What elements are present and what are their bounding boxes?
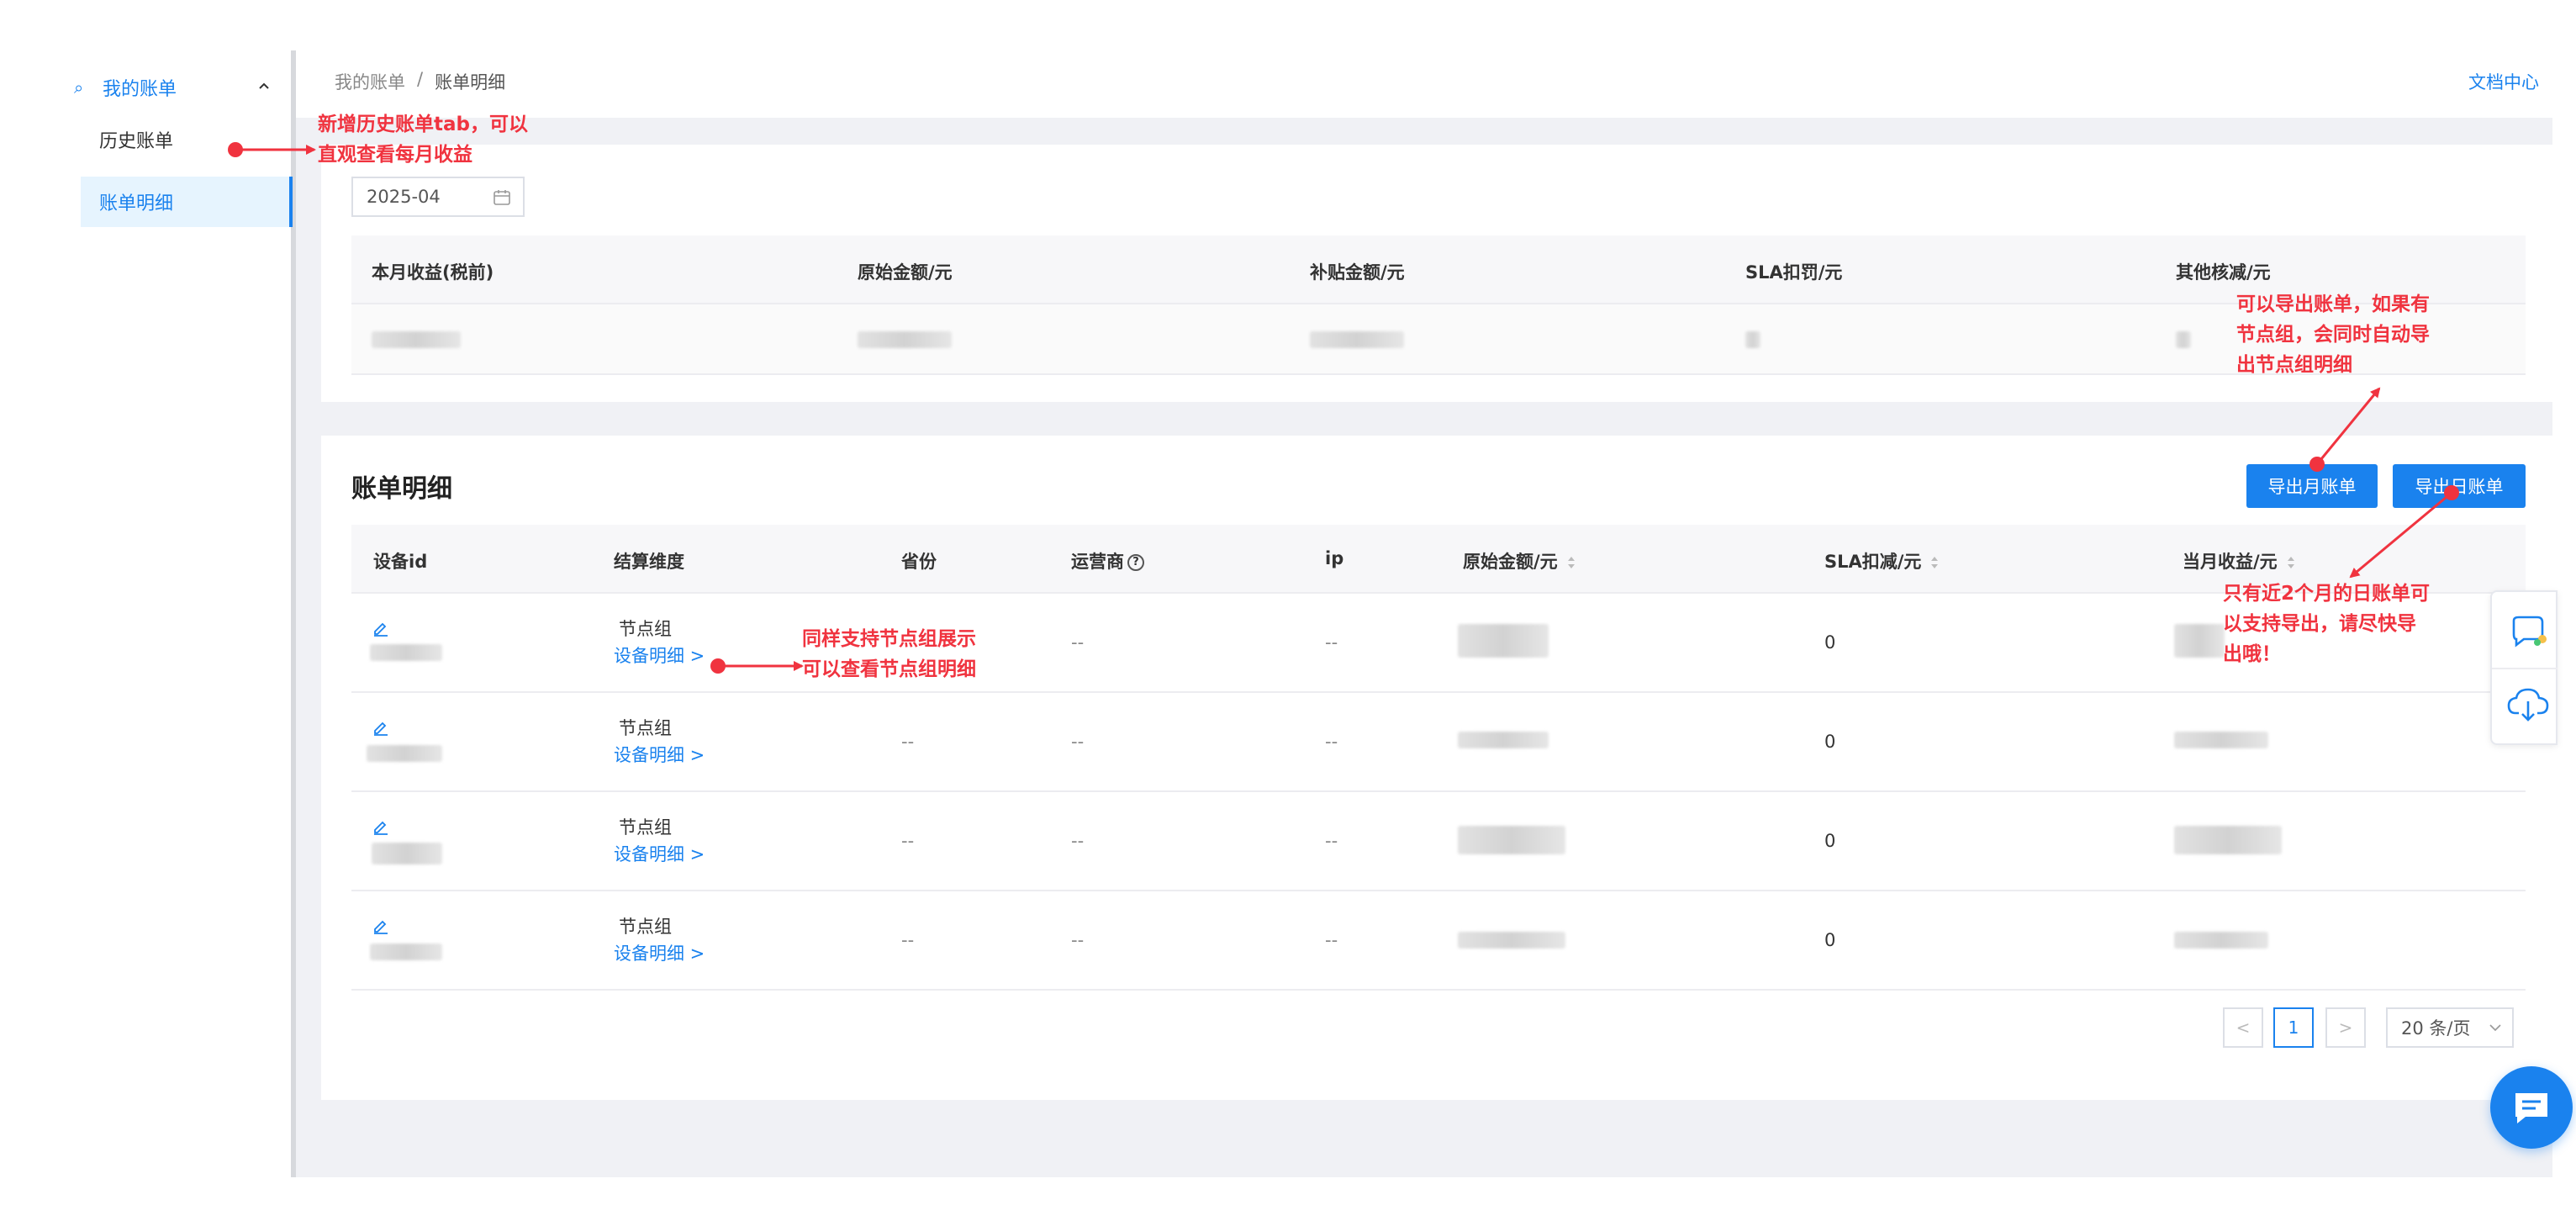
annotation-line: 出哦！: [2223, 643, 2281, 665]
arrow-history-tab: [228, 142, 316, 157]
annotation-line: 可以导出账单，如果有: [2236, 293, 2430, 315]
annotation-line: 以支持导出，请尽快导: [2223, 613, 2416, 635]
annotation-line: 同样支持节点组展示: [802, 628, 976, 650]
annotation-line: 节点组，会同时自动导: [2236, 324, 2430, 346]
annotation-history-tab: 新增历史账单tab，可以 直观查看每月收益: [318, 109, 528, 170]
arrow-node-group: [710, 658, 804, 674]
annotation-node-group: 同样支持节点组展示 可以查看节点组明细: [802, 624, 976, 684]
arrow-export-monthly: [2309, 387, 2381, 472]
annotation-line: 直观查看每月收益: [318, 144, 472, 166]
annotation-line: 只有近2个月的日账单可: [2223, 583, 2431, 605]
annotation-arrows: [228, 142, 2459, 674]
annotation-line: 新增历史账单tab，可以: [318, 114, 528, 135]
annotation-line: 可以查看节点组明细: [802, 658, 976, 680]
annotation-export-monthly: 可以导出账单，如果有 节点组，会同时自动导 出节点组明细: [2236, 289, 2430, 380]
annotation-line: 出节点组明细: [2236, 354, 2352, 376]
arrow-export-daily: [2349, 485, 2459, 579]
annotation-export-daily: 只有近2个月的日账单可 以支持导出，请尽快导 出哦！: [2223, 579, 2430, 669]
